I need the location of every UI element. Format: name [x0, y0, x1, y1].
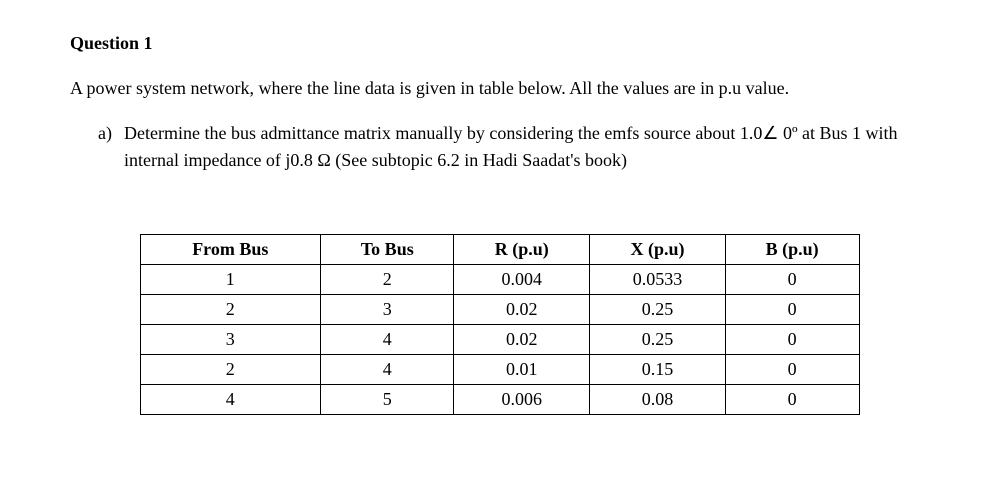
cell: 1 [140, 265, 321, 295]
cell: 0 [725, 265, 859, 295]
table-row: 2 3 0.02 0.25 0 [140, 295, 859, 325]
col-from-bus: From Bus [140, 235, 321, 265]
cell: 0.02 [454, 295, 590, 325]
cell: 5 [321, 385, 454, 415]
question-heading: Question 1 [70, 30, 929, 57]
cell: 0.0533 [590, 265, 726, 295]
line-data-table-wrap: From Bus To Bus R (p.u) X (p.u) B (p.u) … [70, 234, 929, 415]
table-header-row: From Bus To Bus R (p.u) X (p.u) B (p.u) [140, 235, 859, 265]
table-row: 1 2 0.004 0.0533 0 [140, 265, 859, 295]
line-data-table: From Bus To Bus R (p.u) X (p.u) B (p.u) … [140, 234, 860, 415]
cell: 0.25 [590, 325, 726, 355]
cell: 0.01 [454, 355, 590, 385]
cell: 4 [140, 385, 321, 415]
cell: 2 [321, 265, 454, 295]
cell: 0 [725, 295, 859, 325]
table-row: 4 5 0.006 0.08 0 [140, 385, 859, 415]
cell: 2 [140, 295, 321, 325]
cell: 0.004 [454, 265, 590, 295]
part-a-label: a) [98, 120, 124, 174]
cell: 4 [321, 355, 454, 385]
cell: 0 [725, 355, 859, 385]
col-r: R (p.u) [454, 235, 590, 265]
part-a: a) Determine the bus admittance matrix m… [98, 120, 929, 174]
part-a-text: Determine the bus admittance matrix manu… [124, 120, 929, 174]
cell: 0.006 [454, 385, 590, 415]
cell: 0.02 [454, 325, 590, 355]
cell: 0 [725, 385, 859, 415]
table-row: 2 4 0.01 0.15 0 [140, 355, 859, 385]
table-row: 3 4 0.02 0.25 0 [140, 325, 859, 355]
col-to-bus: To Bus [321, 235, 454, 265]
cell: 0.15 [590, 355, 726, 385]
cell: 4 [321, 325, 454, 355]
col-b: B (p.u) [725, 235, 859, 265]
cell: 3 [140, 325, 321, 355]
cell: 2 [140, 355, 321, 385]
cell: 0 [725, 325, 859, 355]
cell: 0.25 [590, 295, 726, 325]
cell: 0.08 [590, 385, 726, 415]
col-x: X (p.u) [590, 235, 726, 265]
cell: 3 [321, 295, 454, 325]
intro-text: A power system network, where the line d… [70, 75, 929, 102]
